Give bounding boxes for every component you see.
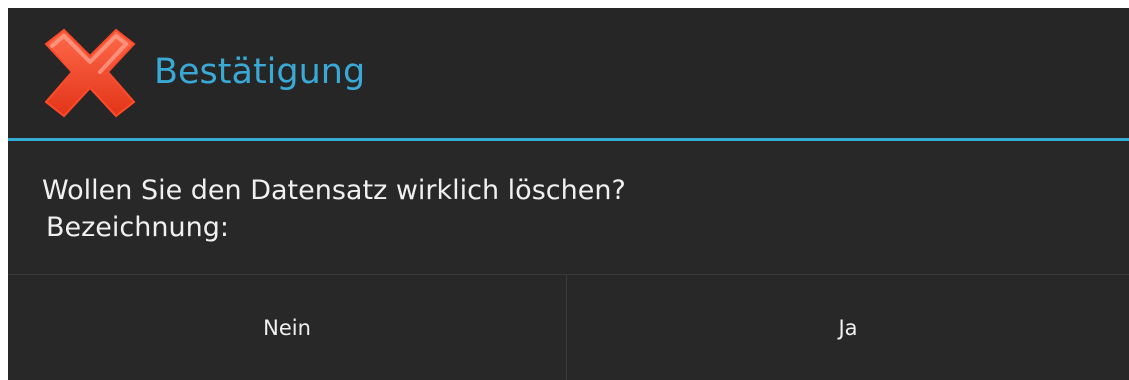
dialog-message: Wollen Sie den Datensatz wirklich lösche… bbox=[42, 175, 626, 206]
red-x-icon bbox=[44, 28, 136, 118]
dialog-message-label: Bezeichnung: bbox=[46, 212, 229, 243]
dialog-title-bar: Bestätigung bbox=[8, 8, 1129, 138]
dialog-title: Bestätigung bbox=[154, 52, 366, 92]
dialog-button-bar: Nein Ja bbox=[8, 274, 1129, 380]
no-button[interactable]: Nein bbox=[8, 275, 567, 380]
title-divider bbox=[8, 138, 1129, 141]
yes-button[interactable]: Ja bbox=[567, 275, 1129, 380]
confirm-dialog: Bestätigung Wollen Sie den Datensatz wir… bbox=[8, 8, 1129, 380]
